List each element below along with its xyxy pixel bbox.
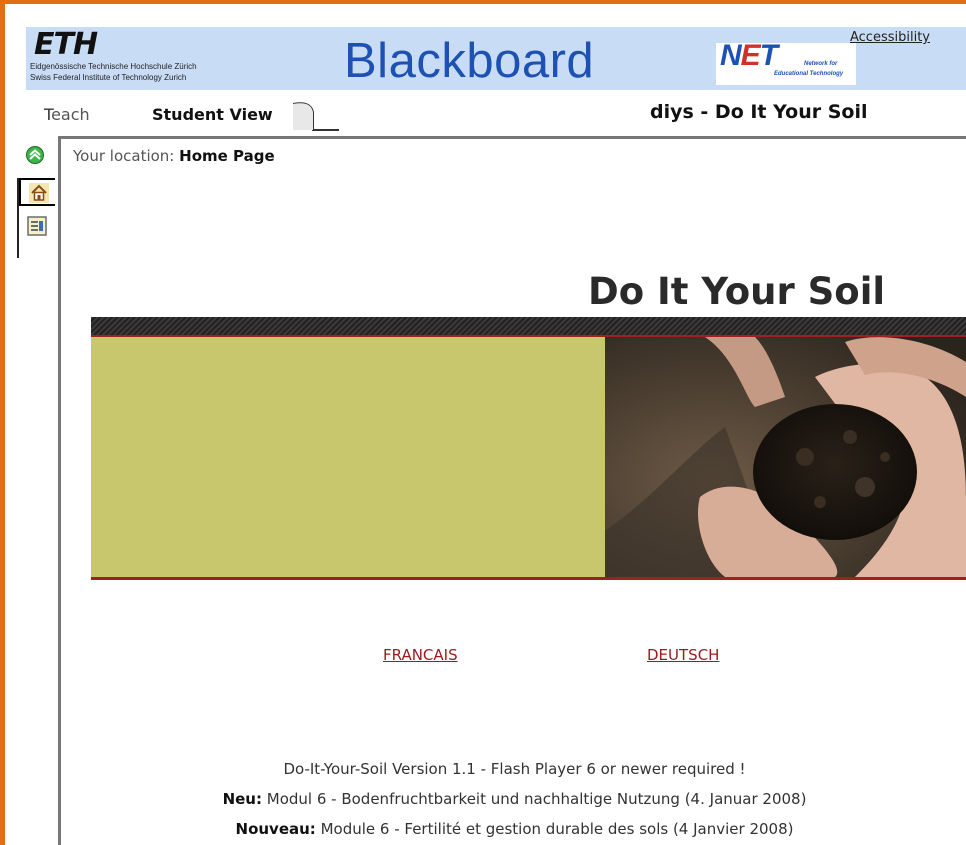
active-tab-corner	[293, 102, 339, 131]
eth-logo[interactable]: ETH Eidgenössische Technische Hochschule…	[30, 27, 294, 89]
breadcrumb: Your location: Home Page	[73, 147, 275, 165]
news-french-label: Nouveau:	[235, 820, 316, 838]
net-logo-sub2: Educational Technology	[774, 71, 844, 77]
breadcrumb-current: Home Page	[179, 147, 275, 165]
window-frame-left	[0, 0, 5, 845]
news-french-text: Module 6 - Fertilité et gestion durable …	[320, 820, 794, 838]
tools-icon[interactable]	[27, 216, 47, 236]
net-logo-sub1: Network for	[804, 61, 838, 67]
eth-logo-line2: Swiss Federal Institute of Technology Zu…	[30, 73, 187, 82]
hero-rule-bottom	[91, 577, 966, 580]
breadcrumb-label: Your location:	[73, 147, 175, 165]
header-banner: ETH Eidgenössische Technische Hochschule…	[26, 27, 966, 90]
content-left-border	[58, 136, 61, 845]
course-title: diys - Do It Your Soil	[650, 101, 868, 123]
home-icon	[29, 183, 49, 203]
soil-hands-image	[605, 337, 966, 577]
blackboard-logo: Blackboard	[344, 34, 595, 88]
home-button[interactable]	[19, 178, 55, 206]
net-logo-wordmark: NET	[720, 39, 778, 72]
net-logo[interactable]: NET Network for Educational Technology	[716, 39, 856, 85]
french-link[interactable]: FRANCAIS	[383, 646, 458, 664]
page-title: Do It Your Soil	[588, 270, 886, 313]
eth-logo-line1: Eidgenössische Technische Hochschule Zür…	[30, 62, 197, 71]
version-notice: Do-It-Your-Soil Version 1.1 - Flash Play…	[283, 760, 746, 778]
news-german: Neu: Modul 6 - Bodenfruchtbarkeit und na…	[63, 790, 966, 808]
collapse-up-icon[interactable]	[25, 145, 45, 165]
news-german-text: Modul 6 - Bodenfruchtbarkeit und nachhal…	[266, 790, 807, 808]
tab-student-view[interactable]: Student View	[152, 105, 273, 124]
hero-color-panel	[91, 337, 605, 577]
tab-teach[interactable]: Teach	[44, 105, 90, 124]
german-link[interactable]: DEUTSCH	[647, 646, 719, 664]
window-frame-top	[0, 0, 966, 4]
tab-divider	[58, 136, 966, 139]
accessibility-link[interactable]: Accessibility	[850, 30, 930, 45]
news-german-label: Neu:	[222, 790, 262, 808]
news-french: Nouveau: Module 6 - Fertilité et gestion…	[63, 820, 966, 838]
hero-stripe	[91, 317, 966, 335]
eth-logo-wordmark: ETH	[34, 27, 98, 62]
